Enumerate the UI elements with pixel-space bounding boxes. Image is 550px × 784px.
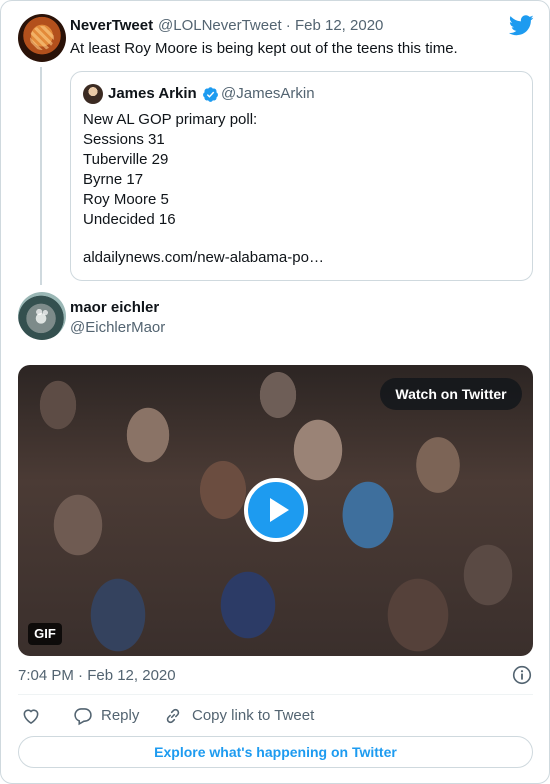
separator-dot: ·	[285, 17, 291, 34]
gif-media[interactable]: Watch on Twitter GIF	[18, 365, 533, 656]
quoted-line: Sessions 31	[83, 131, 165, 148]
reply-author-handle[interactable]: @EichlerMaor	[70, 319, 165, 336]
tweet-date[interactable]: Feb 12, 2020	[295, 17, 383, 34]
quoted-line: Roy Moore 5	[83, 191, 169, 208]
quoted-author-name[interactable]: James Arkin	[108, 85, 197, 102]
play-icon	[270, 498, 289, 522]
heart-icon	[23, 709, 39, 725]
copy-link-label: Copy link to Tweet	[192, 707, 315, 724]
explore-twitter-button[interactable]: Explore what's happening on Twitter	[18, 736, 533, 768]
reply-bubble-icon	[74, 708, 92, 726]
tweet-text: At least Roy Moore is being kept out of …	[70, 40, 458, 57]
footer-divider	[18, 694, 533, 695]
verified-badge-icon	[203, 87, 218, 102]
reply-label: Reply	[101, 707, 140, 724]
quoted-tweet-text: New AL GOP primary poll: Sessions 31 Tub…	[83, 110, 257, 230]
quoted-author-avatar[interactable]	[83, 84, 103, 104]
author-handle[interactable]: @LOLNeverTweet	[158, 17, 282, 34]
link-icon	[166, 708, 180, 724]
copy-link-button[interactable]: Copy link to Tweet	[163, 705, 333, 727]
info-icon[interactable]	[512, 665, 532, 685]
watch-on-twitter-button[interactable]: Watch on Twitter	[380, 378, 522, 410]
quoted-link[interactable]: aldailynews.com/new-alabama-po…	[83, 249, 324, 266]
tweet-timestamp[interactable]: 7:04 PM · Feb 12, 2020	[18, 667, 176, 684]
reply-author-avatar[interactable]	[18, 292, 66, 340]
tweet-embed-card: NeverTweet @LOLNeverTweet · Feb 12, 2020…	[0, 0, 550, 784]
quoted-author-handle[interactable]: @JamesArkin	[221, 85, 315, 102]
thread-connector-line	[40, 67, 42, 285]
author-handle-and-date[interactable]: @LOLNeverTweet · Feb 12, 2020	[158, 17, 383, 34]
quoted-line: Undecided 16	[83, 211, 176, 228]
play-button[interactable]	[244, 478, 308, 542]
quoted-line: Tuberville 29	[83, 151, 169, 168]
quoted-line: Byrne 17	[83, 171, 144, 188]
like-button[interactable]	[21, 705, 41, 727]
twitter-bird-icon[interactable]	[509, 15, 534, 36]
quoted-tweet[interactable]: James Arkin @JamesArkin New AL GOP prima…	[70, 71, 533, 281]
reply-button[interactable]: Reply	[73, 705, 153, 727]
author-avatar[interactable]	[18, 14, 66, 62]
quoted-line: New AL GOP primary poll:	[83, 111, 258, 128]
reply-author-name[interactable]: maor eichler	[70, 299, 159, 316]
gif-badge: GIF	[28, 623, 62, 645]
author-name[interactable]: NeverTweet	[70, 17, 153, 34]
